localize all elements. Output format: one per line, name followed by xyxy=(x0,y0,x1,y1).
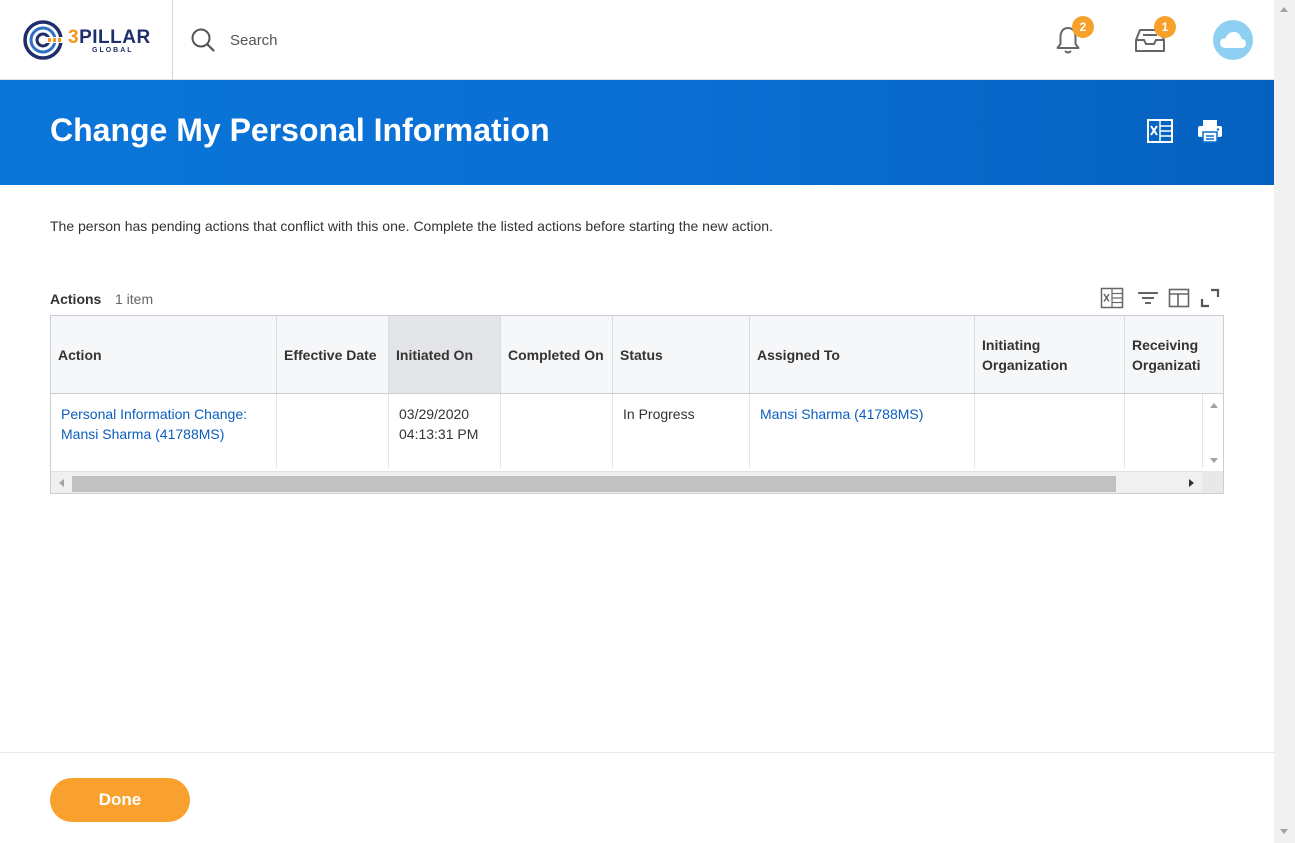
scroll-down-arrow-icon[interactable] xyxy=(1209,456,1219,464)
table-title: Actions xyxy=(50,291,102,307)
column-header-receiving-organization[interactable]: Receiving Organizati xyxy=(1125,316,1223,394)
column-label: Receiving Organizati xyxy=(1132,335,1200,375)
header-divider xyxy=(172,0,173,80)
export-to-excel-button[interactable] xyxy=(1145,116,1175,146)
column-layout-icon xyxy=(1168,288,1190,308)
search-box[interactable]: Search xyxy=(190,26,278,54)
column-label-line: Organization xyxy=(982,356,1068,373)
inbox-button[interactable]: 1 xyxy=(1132,16,1176,58)
page-scroll-down-icon[interactable] xyxy=(1280,829,1288,834)
cloud-icon xyxy=(1220,32,1246,48)
column-label-line: Receiving xyxy=(1132,336,1199,353)
table-horizontal-scrollbar[interactable] xyxy=(51,471,1202,493)
actions-grid: Action Effective Date Initiated On Compl… xyxy=(50,315,1224,494)
logo-number: 3 xyxy=(68,27,80,48)
cell-receiving-organization xyxy=(1125,394,1202,468)
column-header-effective-date[interactable]: Effective Date xyxy=(277,316,389,394)
done-button[interactable]: Done xyxy=(50,778,190,822)
table-export-button[interactable] xyxy=(1100,287,1124,309)
print-icon xyxy=(1198,120,1222,143)
horizontal-scroll-thumb[interactable] xyxy=(72,476,1116,492)
column-label: Status xyxy=(620,346,663,363)
conflict-message: The person has pending actions that conf… xyxy=(50,218,773,234)
scroll-right-arrow-icon[interactable] xyxy=(1187,478,1195,488)
column-header-completed-on[interactable]: Completed On xyxy=(501,316,613,394)
logo-wordmark: 3PILLAR xyxy=(68,27,151,49)
excel-export-icon xyxy=(1100,287,1124,309)
column-label: Initiating Organization xyxy=(982,335,1068,375)
excel-export-icon xyxy=(1147,119,1173,143)
column-label: Action xyxy=(58,346,102,363)
inbox-badge: 1 xyxy=(1154,16,1176,38)
column-label-line: Initiating xyxy=(982,336,1041,353)
company-logo[interactable]: 3PILLAR GLOBAL xyxy=(22,18,152,62)
cell-assigned-to[interactable]: Mansi Sharma (41788MS) xyxy=(750,394,975,468)
column-header-action[interactable]: Action xyxy=(51,316,277,394)
column-header-assigned-to[interactable]: Assigned To xyxy=(750,316,975,394)
print-button[interactable] xyxy=(1195,116,1225,146)
column-label: Completed On xyxy=(508,346,604,363)
table-fullscreen-button[interactable] xyxy=(1198,287,1222,309)
cell-initiating-organization xyxy=(975,394,1125,468)
page-scroll-up-icon[interactable] xyxy=(1280,7,1288,12)
cell-initiated-on: 03/29/2020 04:13:31 PM xyxy=(389,394,501,468)
cell-action[interactable]: Personal Information Change: Mansi Sharma… xyxy=(51,394,277,468)
notifications-button[interactable]: 2 xyxy=(1050,16,1094,58)
avatar[interactable] xyxy=(1213,20,1253,60)
column-label-line: Organizati xyxy=(1132,356,1201,373)
assigned-to-link[interactable]: Mansi Sharma (41788MS) xyxy=(760,406,923,422)
initiated-time: 04:13:31 PM xyxy=(399,426,479,442)
table-filter-button[interactable] xyxy=(1136,287,1160,309)
action-link[interactable]: Personal Information Change: Mansi Sharma… xyxy=(61,406,247,442)
table-item-count: 1 item xyxy=(115,291,154,307)
scrollbar-corner xyxy=(1202,471,1223,493)
cell-completed-on xyxy=(501,394,613,468)
page-title: Change My Personal Information xyxy=(50,112,550,148)
page-header-banner: Change My Personal Information xyxy=(0,80,1274,185)
action-link-line: Mansi Sharma (41788MS) xyxy=(61,426,225,442)
table-columns-button[interactable] xyxy=(1167,287,1191,309)
search-input[interactable]: Search xyxy=(230,32,278,49)
cell-effective-date xyxy=(277,394,389,468)
search-icon xyxy=(191,28,215,52)
notifications-badge: 2 xyxy=(1072,16,1094,38)
column-header-status[interactable]: Status xyxy=(613,316,750,394)
cell-status: In Progress xyxy=(613,394,750,468)
table-vertical-scrollbar[interactable] xyxy=(1202,394,1223,468)
logo-word: PILLAR xyxy=(79,27,151,48)
column-header-initiating-organization[interactable]: Initiating Organization xyxy=(975,316,1125,394)
3pillar-logo-icon xyxy=(23,20,64,60)
scroll-up-arrow-icon[interactable] xyxy=(1209,402,1219,410)
top-bar: 3PILLAR GLOBAL Search 2 1 xyxy=(0,0,1274,80)
column-label: Assigned To xyxy=(757,346,840,363)
column-header-initiated-on[interactable]: Initiated On xyxy=(389,316,501,394)
fullscreen-icon xyxy=(1200,288,1220,308)
column-label: Effective Date xyxy=(284,346,377,363)
page-footer: Done xyxy=(0,752,1274,843)
initiated-date: 03/29/2020 xyxy=(399,406,470,422)
column-label: Initiated On xyxy=(396,346,473,363)
action-link-line: Personal Information Change: xyxy=(61,406,247,422)
scroll-left-arrow-icon[interactable] xyxy=(58,478,66,488)
filter-icon xyxy=(1138,292,1158,304)
logo-tagline: GLOBAL xyxy=(92,47,134,54)
page-scrollbar[interactable] xyxy=(1274,0,1295,843)
